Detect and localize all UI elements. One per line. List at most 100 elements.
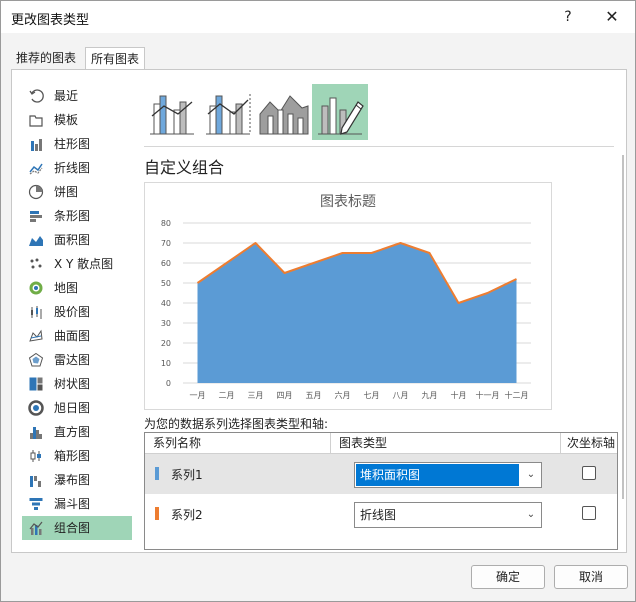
chevron-down-icon[interactable]: ⌄ — [521, 503, 541, 527]
scrollbar-track[interactable] — [618, 69, 628, 551]
column-chart-icon — [31, 139, 42, 151]
dropdown-value: 堆积面积图 — [356, 464, 519, 486]
sidebar-item-label: 箱形图 — [54, 449, 91, 463]
sidebar-item-label: 直方图 — [54, 425, 91, 439]
sidebar-item-label: 旭日图 — [54, 401, 91, 415]
template-icon — [29, 115, 43, 127]
chart-type-dropdown[interactable]: 堆积面积图 ⌄ — [354, 462, 542, 488]
x-tick-label: 四月 — [277, 391, 293, 400]
help-button[interactable]: ? — [553, 5, 583, 29]
close-button[interactable]: ✕ — [597, 5, 627, 29]
combo-type-button-4[interactable] — [312, 84, 368, 140]
tab-recommended-charts[interactable]: 推荐的图表 — [11, 47, 81, 69]
funnel-chart-icon — [29, 498, 43, 510]
chevron-down-icon[interactable]: ⌄ — [521, 463, 541, 487]
histogram-chart-icon — [30, 427, 42, 439]
sidebar-item-label: 曲面图 — [54, 329, 91, 343]
series-row-2[interactable]: 系列2 折线图 ⌄ — [145, 494, 617, 534]
x-tick-label: 八月 — [393, 391, 409, 400]
series-table: 系列名称 图表类型 次坐标轴 系列1 堆积面积图 ⌄ 系列2 折线图 ⌄ — [144, 432, 618, 550]
line-chart-icon — [29, 163, 43, 175]
series-1-area — [197, 243, 517, 383]
sidebar-item-column-chart[interactable]: 柱形图 — [22, 132, 132, 156]
recent-icon — [29, 89, 44, 103]
sidebar-item-map-chart[interactable]: 地图 — [22, 276, 132, 300]
sidebar-item-line-chart[interactable]: 折线图 — [22, 156, 132, 180]
sidebar-item-treemap-chart[interactable]: 树状图 — [22, 372, 132, 396]
chart-type-dropdown[interactable]: 折线图 ⌄ — [354, 502, 542, 528]
treemap-chart-icon — [29, 377, 43, 391]
y-tick-label: 30 — [161, 319, 171, 328]
y-tick-label: 70 — [161, 239, 171, 248]
x-tick-label: 一月 — [190, 391, 206, 400]
dropdown-value: 折线图 — [360, 508, 397, 522]
sunburst-chart-icon — [28, 400, 44, 416]
sidebar-item-boxwhisker-chart[interactable]: 箱形图 — [22, 444, 132, 468]
custom-combo-icon — [318, 97, 364, 135]
scatter-chart-icon — [30, 258, 42, 269]
sidebar-item-label: 模板 — [54, 113, 79, 127]
cancel-button[interactable]: 取消 — [554, 565, 628, 589]
header-chart-type: 图表类型 — [339, 436, 388, 450]
sidebar-item-label: 饼图 — [54, 185, 79, 199]
sidebar-item-funnel-chart[interactable]: 漏斗图 — [22, 492, 132, 516]
all-charts-panel: 最近 模板 柱形图 折线图 饼图 条形图 面积图 X Y 散点图 地图 股价图 曲面图 雷达图 树状图旭… — [11, 69, 627, 553]
chart-plot: 0 10 20 30 40 50 60 70 80 一月 二月 三月 四月 五月 六月 七月 八月 九月 十月 十一月… — [161, 219, 531, 400]
ok-button[interactable]: 确定 — [471, 565, 545, 589]
sidebar-item-label: 折线图 — [54, 161, 91, 175]
pie-chart-icon — [28, 184, 44, 200]
x-tick-label: 五月 — [306, 391, 322, 400]
title-bar: 更改图表类型 ? ✕ — [1, 1, 635, 33]
x-tick-label: 三月 — [248, 391, 264, 400]
secondary-axis-checkbox[interactable] — [582, 506, 596, 520]
y-tick-label: 0 — [166, 379, 171, 388]
series-row-1[interactable]: 系列1 堆积面积图 ⌄ — [145, 454, 617, 494]
assign-label: 为您的数据系列选择图表类型和轴: — [144, 417, 329, 431]
series-name: 系列2 — [171, 508, 203, 522]
sidebar-item-surface-chart[interactable]: 曲面图 — [22, 324, 132, 348]
sidebar-item-recent[interactable]: 最近 — [22, 84, 132, 108]
combo-type-button-2[interactable] — [200, 84, 256, 140]
stock-chart-icon — [31, 306, 42, 319]
chart-category-list: 最近模板柱形图折线图饼图条形图面积图 X Y 散点图地图股价图曲面图雷达图 树状图旭… — [22, 84, 132, 540]
dialog-title: 更改图表类型 — [11, 13, 90, 28]
chart-preview: 图表标题 0 10 20 30 40 50 60 70 80 一月 二月 三月 四月 五月 六月 七月 八月 九月… — [144, 182, 552, 410]
change-chart-type-dialog: 更改图表类型 ? ✕ 推荐的图表 所有图表 最近 模板 柱形图 折线图 饼图 条形图 面积图… — [0, 0, 636, 602]
sidebar-item-pie-chart[interactable]: 饼图 — [22, 180, 132, 204]
x-tick-label: 十二月 — [505, 390, 529, 400]
sidebar-item-histogram-chart[interactable]: 直方图 — [22, 420, 132, 444]
x-tick-label: 六月 — [335, 390, 351, 400]
stacked-area-column-icon — [259, 95, 309, 135]
sidebar-item-label: 股价图 — [54, 305, 91, 319]
x-tick-label: 九月 — [422, 391, 438, 400]
sidebar-item-template[interactable]: 模板 — [22, 108, 132, 132]
sidebar-item-sunburst-chart[interactable]: 旭日图 — [22, 396, 132, 420]
combo-type-button-3[interactable] — [256, 84, 312, 140]
combo-type-button-1[interactable] — [144, 84, 200, 140]
sidebar-item-label: 面积图 — [54, 233, 91, 247]
sidebar-item-radar-chart[interactable]: 雷达图 — [22, 348, 132, 372]
boxwhisker-chart-icon — [30, 450, 41, 462]
tab-all-charts[interactable]: 所有图表 — [85, 47, 146, 71]
sidebar-item-stock-chart[interactable]: 股价图 — [22, 300, 132, 324]
panel-scrollbar[interactable] — [618, 69, 628, 551]
secondary-axis-checkbox[interactable] — [582, 466, 596, 480]
waterfall-chart-icon — [30, 476, 41, 487]
header-divider — [330, 433, 331, 453]
x-tick-label: 二月 — [219, 391, 235, 400]
sidebar-item-scatter-chart[interactable]: X Y 散点图 — [22, 252, 132, 276]
sidebar-item-label: 组合图 — [54, 521, 91, 535]
sidebar-item-label: 柱形图 — [54, 137, 91, 151]
sidebar-item-bar-chart[interactable]: 条形图 — [22, 204, 132, 228]
y-tick-label: 10 — [161, 359, 171, 368]
sidebar-item-area-chart[interactable]: 面积图 — [22, 228, 132, 252]
sidebar-item-waterfall-chart[interactable]: 瀑布图 — [22, 468, 132, 492]
divider — [144, 146, 614, 147]
x-tick-label: 十月 — [451, 390, 467, 400]
sidebar-item-label: 地图 — [54, 281, 79, 295]
sidebar-item-label: 条形图 — [54, 209, 91, 223]
sidebar-item-combo-chart[interactable]: 组合图 — [22, 516, 132, 540]
surface-chart-icon — [29, 329, 43, 342]
series-color-swatch — [155, 467, 159, 480]
x-tick-label: 十一月 — [476, 390, 500, 400]
